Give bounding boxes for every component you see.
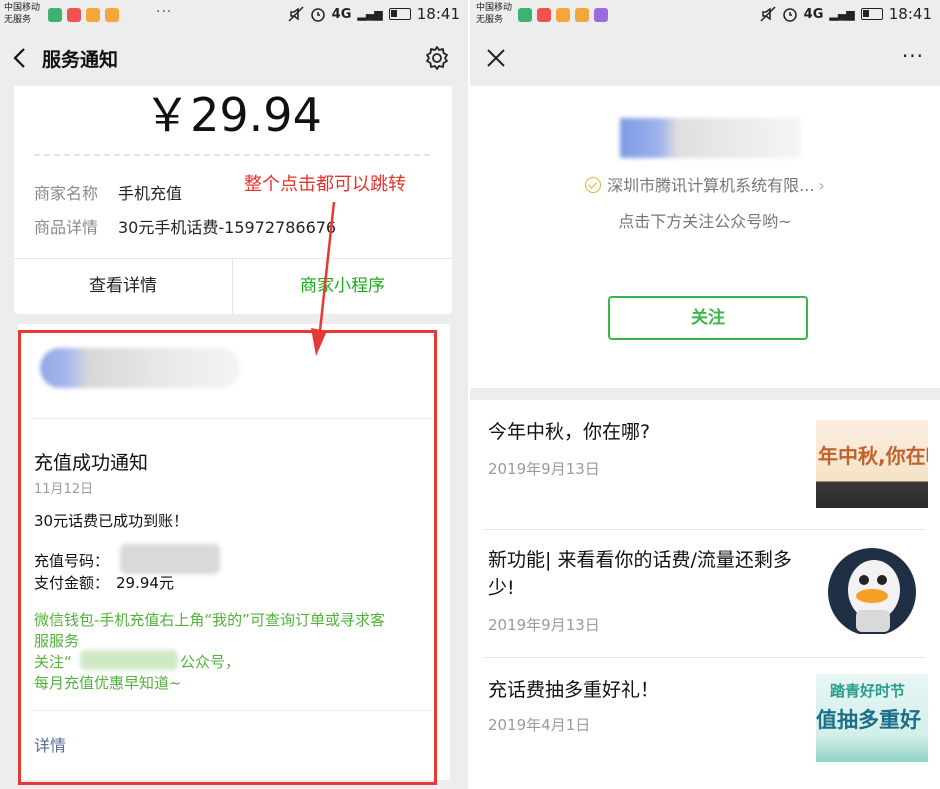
- status-bar: 中国移动 无服务 ··· 4G ▂▄▆ 18:41: [0, 0, 468, 30]
- alarm-icon: [310, 8, 325, 22]
- article-date: 2019年9月13日: [488, 460, 600, 478]
- company-verification[interactable]: 深圳市腾讯计算机系统有限... ›: [470, 172, 940, 196]
- article-title: 充话费抽多重好礼！: [488, 679, 660, 701]
- article-item[interactable]: 充话费抽多重好礼！ 2019年4月1日 踏青好时节 值抽多重好: [470, 658, 940, 786]
- back-icon[interactable]: [10, 44, 32, 72]
- thumbnail-text: 踏青好时节: [830, 682, 906, 700]
- carrier-status: 无服务: [4, 15, 32, 25]
- right-phone-screen: 中国移动 无服务 4G ▂▄▆ 18:41 ··· 深圳市腾讯计算机系统有限..…: [470, 0, 940, 789]
- battery-icon: [388, 8, 411, 20]
- status-bar: 中国移动 无服务 4G ▂▄▆ 18:41: [470, 0, 940, 30]
- payment-amount: ￥29.94: [144, 88, 322, 142]
- carrier-info: 中国移动 无服务: [476, 2, 512, 26]
- more-icon[interactable]: ···: [902, 44, 924, 68]
- carrier-name: 中国移动: [4, 3, 41, 13]
- weibo-notification-icon: [575, 8, 589, 22]
- dashed-divider: [34, 154, 430, 156]
- article-item[interactable]: 新功能| 来看看你的话费/流量还剩多少! 2019年9月13日: [470, 530, 940, 658]
- blurred-account-logo: [620, 118, 800, 158]
- mini-program-button[interactable]: 商家小程序: [233, 258, 452, 314]
- annotation-text: 整个点击都可以跳转: [244, 174, 406, 195]
- merchant-label: 商家名称: [34, 184, 99, 203]
- status-right: 4G ▂▄▆ 18:41: [288, 5, 460, 23]
- article-thumbnail: [816, 546, 928, 634]
- notification-icons: [48, 8, 119, 22]
- follow-button[interactable]: 关注: [608, 296, 808, 340]
- mute-icon: [760, 6, 776, 22]
- thumbnail-text: 值抽多重好: [816, 708, 921, 732]
- more-notifications-icon: ···: [156, 4, 173, 20]
- page-title: 服务通知: [42, 49, 119, 71]
- product-label: 商品详情: [34, 218, 99, 237]
- alarm-icon: [782, 8, 797, 22]
- article-thumbnail: 踏青好时节 值抽多重好: [816, 674, 928, 762]
- battery-icon: [860, 8, 883, 20]
- article-date: 2019年4月1日: [488, 716, 591, 734]
- app-notification-icon: [594, 8, 608, 22]
- close-icon[interactable]: [484, 46, 508, 70]
- clock: 18:41: [416, 5, 460, 23]
- carrier-status: 无服务: [476, 15, 504, 25]
- gear-icon[interactable]: [424, 45, 450, 71]
- follow-hint: 点击下方关注公众号哟~: [618, 212, 792, 231]
- signal-icon: ▂▄▆: [829, 7, 855, 21]
- app-notification-icon: [67, 8, 81, 22]
- wechat-notification-icon: [518, 8, 532, 22]
- network-type: 4G: [331, 6, 352, 22]
- left-phone-screen: 中国移动 无服务 ··· 4G ▂▄▆ 18:41 服务通知 ￥29.94 商家…: [0, 0, 468, 789]
- account-profile: 深圳市腾讯计算机系统有限... › 点击下方关注公众号哟~ 关注: [470, 86, 940, 388]
- network-type: 4G: [803, 6, 824, 22]
- highlight-box: [18, 330, 437, 785]
- wechat-notification-icon: [48, 8, 62, 22]
- clock: 18:41: [888, 5, 932, 23]
- merchant-value: 手机充值: [118, 184, 183, 203]
- navigation-bar: ···: [470, 30, 940, 86]
- article-thumbnail: 年中秋,你在哪: [816, 420, 928, 508]
- weibo-notification-icon: [105, 8, 119, 22]
- mute-icon: [288, 6, 304, 22]
- weibo-notification-icon: [556, 8, 570, 22]
- section-divider: [470, 388, 940, 400]
- chevron-right-icon: ›: [818, 176, 825, 195]
- payment-card[interactable]: ￥29.94 商家名称 手机充值 商品详情 30元手机话费-1597278667…: [14, 86, 452, 314]
- article-title: 新功能| 来看看你的话费/流量还剩多少!: [488, 549, 792, 599]
- duck-mascot-icon: [828, 548, 916, 634]
- verified-icon: [585, 177, 602, 193]
- navigation-bar: 服务通知: [0, 30, 468, 86]
- view-details-button[interactable]: 查看详情: [14, 258, 232, 314]
- article-title: 今年中秋，你在哪?: [488, 421, 651, 443]
- thumbnail-text: 年中秋,你在哪: [818, 444, 928, 468]
- signal-icon: ▂▄▆: [357, 7, 383, 21]
- weibo-notification-icon: [86, 8, 100, 22]
- article-item[interactable]: 今年中秋，你在哪? 2019年9月13日 年中秋,你在哪: [470, 400, 940, 528]
- app-notification-icon: [537, 8, 551, 22]
- company-name: 深圳市腾讯计算机系统有限...: [607, 176, 815, 195]
- status-right: 4G ▂▄▆ 18:41: [760, 5, 932, 23]
- article-date: 2019年9月13日: [488, 616, 600, 634]
- annotation-arrow: [311, 201, 336, 356]
- notification-icons: [518, 8, 608, 22]
- carrier-name: 中国移动: [476, 3, 513, 13]
- carrier-info: 中国移动 无服务: [4, 2, 40, 26]
